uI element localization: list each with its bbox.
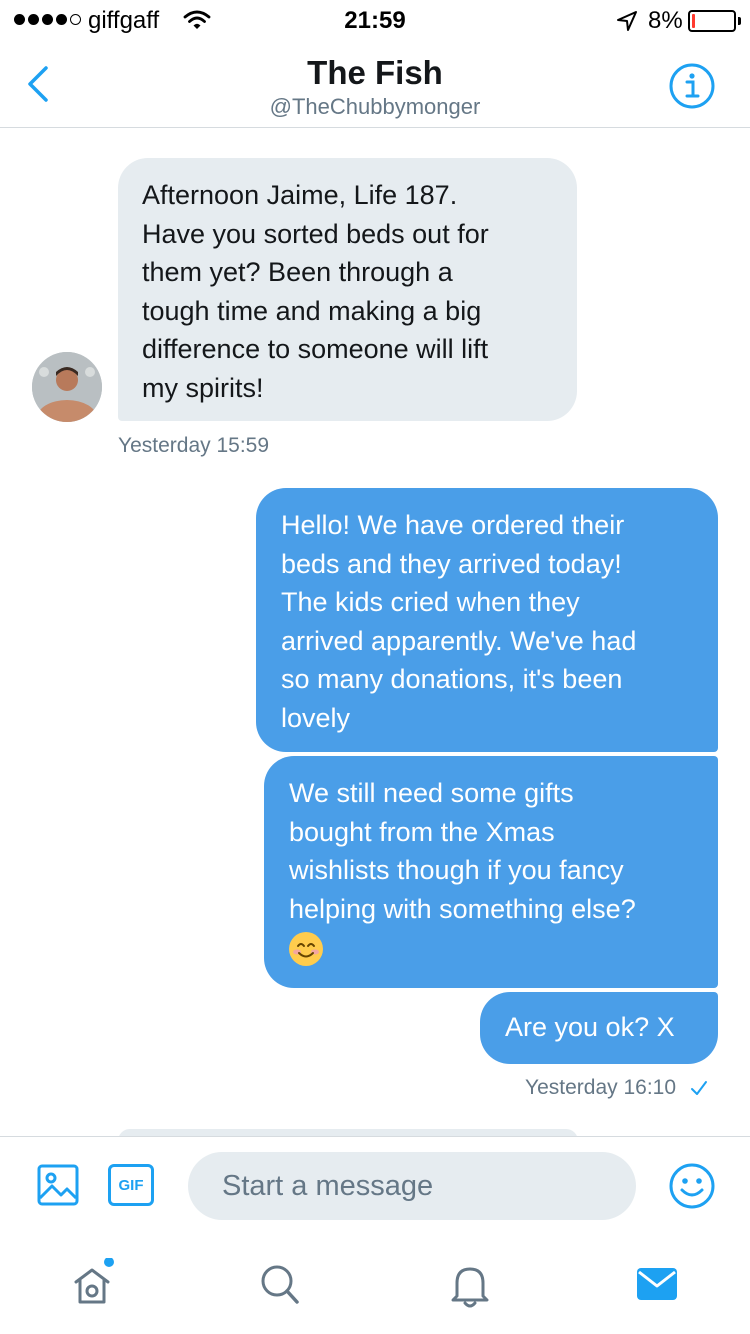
avatar-photo xyxy=(32,352,102,422)
message-timestamp: Yesterday 16:10 xyxy=(525,1076,708,1100)
message-text: Hello! We have ordered their beds and th… xyxy=(281,510,637,733)
tab-search[interactable] xyxy=(250,1258,310,1312)
gif-label: GIF xyxy=(118,1176,144,1194)
smiley-icon xyxy=(669,1163,715,1209)
outgoing-message-bubble[interactable]: Hello! We have ordered their beds and th… xyxy=(256,488,718,752)
envelope-icon xyxy=(637,1268,677,1300)
checkmark-icon xyxy=(690,1081,707,1096)
add-image-button[interactable] xyxy=(37,1164,79,1206)
outgoing-message-bubble[interactable]: We still need some gifts bought from the… xyxy=(264,756,718,988)
message-text: Afternoon Jaime, Life 187. Have you sort… xyxy=(142,180,489,403)
search-icon xyxy=(261,1265,299,1304)
outgoing-message-bubble[interactable]: Are you ok? X xyxy=(480,992,718,1064)
battery-percent: 8% xyxy=(648,7,683,34)
avatar[interactable] xyxy=(32,352,102,422)
tab-home[interactable] xyxy=(62,1258,122,1312)
bell-icon xyxy=(451,1267,489,1308)
info-button[interactable] xyxy=(668,62,716,110)
message-text: We still need some gifts bought from the… xyxy=(289,778,636,924)
battery-icon xyxy=(688,10,736,32)
info-icon xyxy=(669,63,715,109)
image-icon xyxy=(37,1164,79,1206)
gif-button[interactable]: GIF xyxy=(108,1164,154,1206)
home-icon xyxy=(74,1258,114,1304)
message-input[interactable] xyxy=(188,1152,636,1220)
conversation-handle: @TheChubbymonger xyxy=(269,94,481,119)
location-arrow-icon xyxy=(617,11,637,31)
notification-dot xyxy=(104,1258,114,1267)
message-timestamp: Yesterday 15:59 xyxy=(118,434,270,457)
message-text: Are you ok? X xyxy=(505,1012,675,1042)
incoming-message-bubble[interactable]: Afternoon Jaime, Life 187. Have you sort… xyxy=(118,158,577,421)
smiling-face-emoji xyxy=(289,932,323,967)
conversation-title: The Fish xyxy=(307,54,443,91)
emoji-button[interactable] xyxy=(668,1162,716,1210)
timestamp-text: Yesterday 16:10 xyxy=(525,1076,677,1099)
battery-level-fill xyxy=(692,14,695,28)
tab-notifications[interactable] xyxy=(440,1258,500,1312)
status-bar: giffgaff 21:59 8% xyxy=(0,0,750,40)
battery-tip xyxy=(738,17,741,25)
tab-messages[interactable] xyxy=(627,1258,687,1312)
conversation-header: The Fish @TheChubbymonger xyxy=(0,40,750,128)
